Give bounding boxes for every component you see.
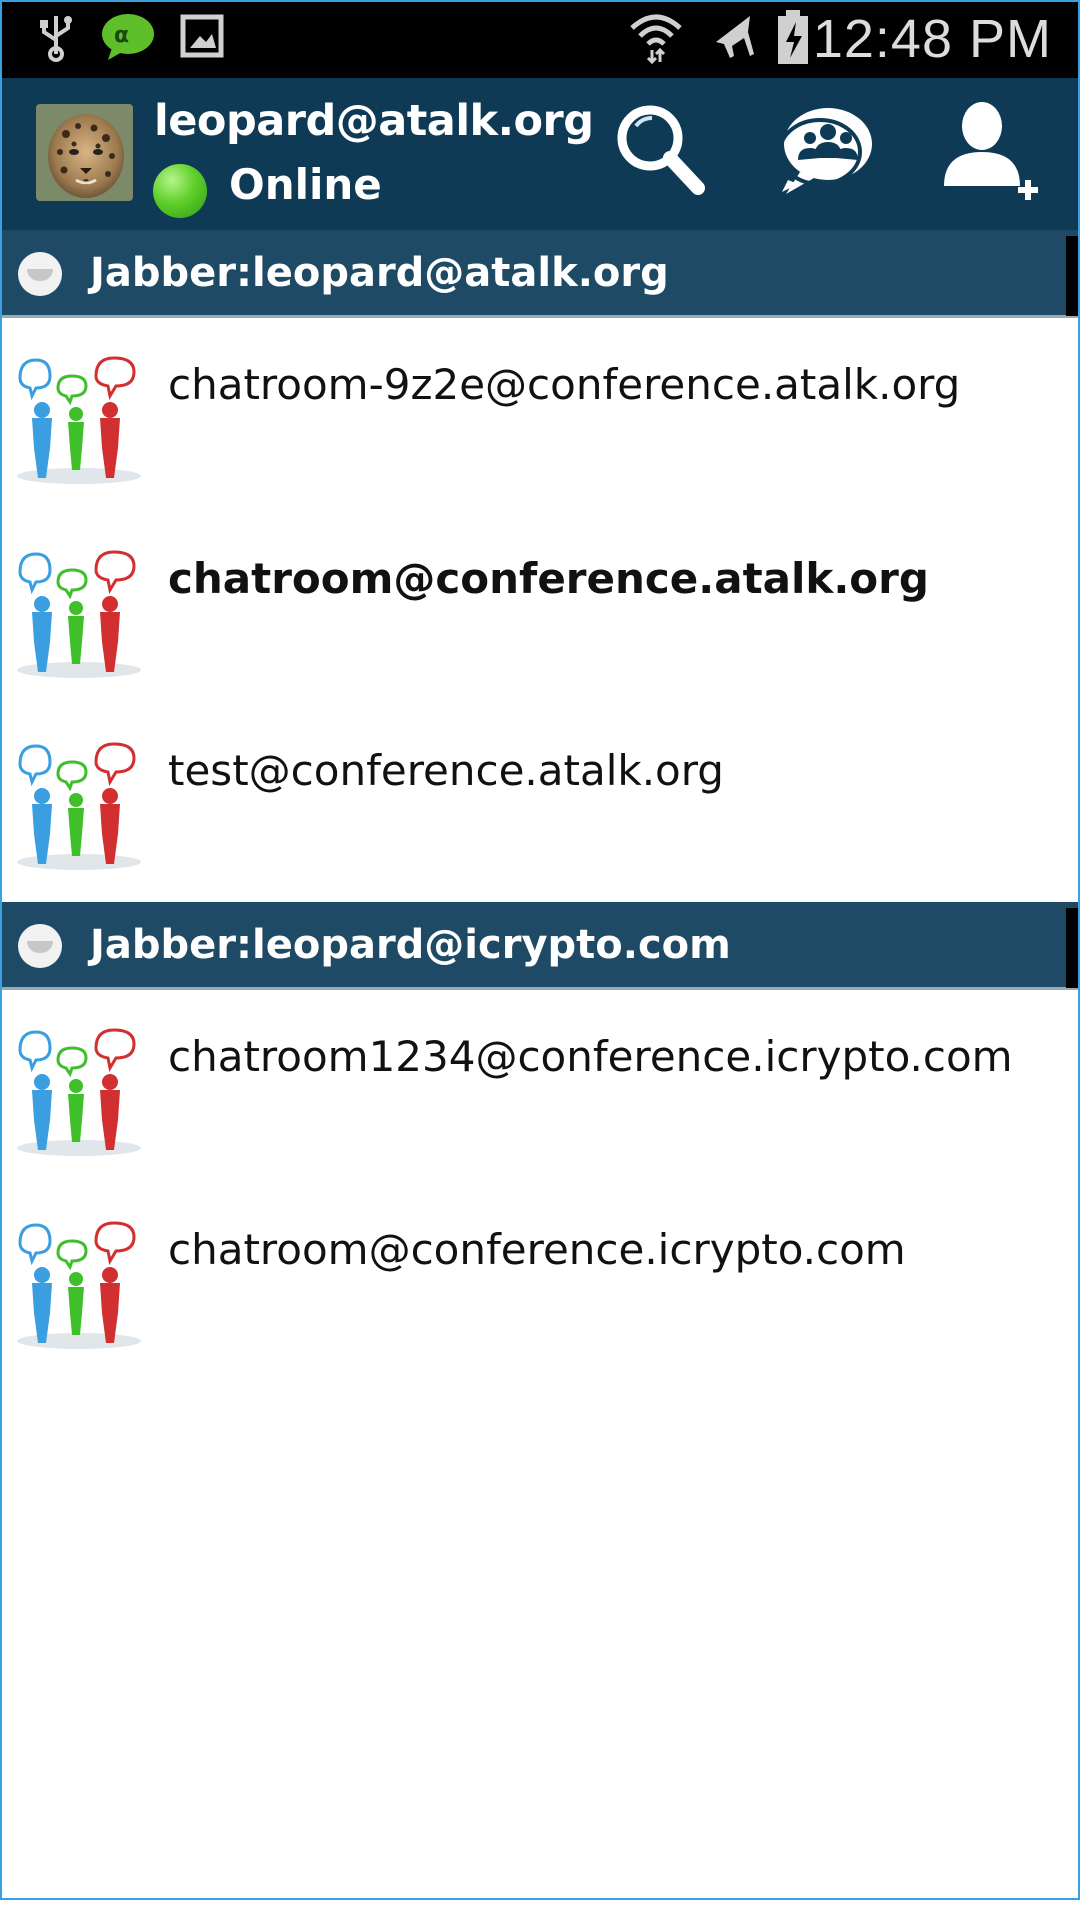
- presence-status-icon[interactable]: [153, 164, 207, 218]
- account-avatar[interactable]: [36, 104, 133, 201]
- usb-icon: [40, 16, 72, 62]
- chatroom-name: chatroom-9z2e@conference.atalk.org: [168, 360, 961, 409]
- scroll-indicator: [1066, 908, 1078, 988]
- chatroom-row[interactable]: chatroom@conference.atalk.org: [0, 512, 1076, 702]
- leopard-avatar-image: [36, 104, 133, 201]
- collapse-toggle-icon[interactable]: [18, 924, 62, 968]
- chatroom-people-icon: [17, 550, 141, 678]
- group-title: Jabber:leopard@atalk.org: [90, 250, 669, 296]
- chat-rooms-icon[interactable]: [770, 96, 880, 206]
- status-bar: α 12:48 PM: [0, 0, 1080, 78]
- chatroom-name: test@conference.atalk.org: [168, 746, 724, 795]
- status-time: 12:48 PM: [812, 9, 1052, 69]
- account-name[interactable]: leopard@atalk.org: [154, 96, 594, 146]
- group-header-atalk[interactable]: Jabber:leopard@atalk.org: [0, 230, 1080, 318]
- chatroom-people-icon: [17, 1221, 141, 1349]
- chatroom-row[interactable]: chatroom@conference.icrypto.com: [0, 1183, 1076, 1373]
- chatroom-people-icon: [17, 742, 141, 870]
- presence-label[interactable]: Online: [229, 160, 382, 209]
- group-header-icrypto[interactable]: Jabber:leopard@icrypto.com: [0, 902, 1080, 990]
- group-title: Jabber:leopard@icrypto.com: [90, 922, 731, 968]
- wifi-icon: [630, 14, 682, 64]
- action-bar: leopard@atalk.org Online: [0, 78, 1080, 230]
- chatroom-row[interactable]: chatroom1234@conference.icrypto.com: [0, 990, 1076, 1180]
- gallery-icon: [180, 14, 224, 58]
- battery-charging-icon: [778, 10, 808, 64]
- chatroom-row[interactable]: test@conference.atalk.org: [0, 704, 1076, 894]
- add-contact-icon[interactable]: [932, 96, 1042, 206]
- collapse-toggle-icon[interactable]: [18, 252, 62, 296]
- chatroom-name: chatroom@conference.atalk.org: [168, 554, 929, 603]
- scroll-indicator: [1066, 236, 1078, 316]
- chatroom-row[interactable]: chatroom-9z2e@conference.atalk.org: [0, 318, 1076, 508]
- svg-text:α: α: [114, 23, 129, 48]
- chatroom-people-icon: [17, 1028, 141, 1156]
- search-icon[interactable]: [606, 96, 716, 206]
- airplane-mode-icon: [716, 16, 754, 58]
- chatroom-name: chatroom@conference.icrypto.com: [168, 1225, 906, 1274]
- chatroom-name: chatroom1234@conference.icrypto.com: [168, 1032, 1013, 1081]
- chatroom-people-icon: [17, 356, 141, 484]
- atalk-app-icon: α: [102, 14, 154, 60]
